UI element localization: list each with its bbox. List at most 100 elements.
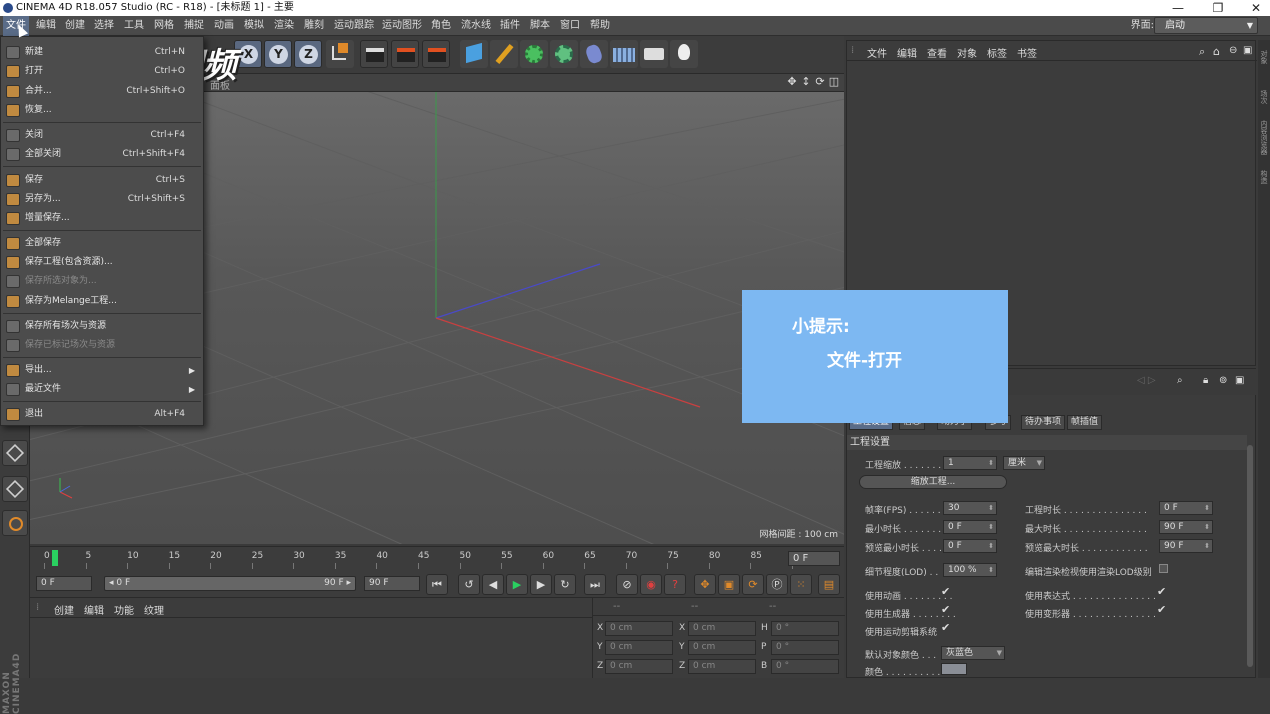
om-menu-view[interactable]: 查看: [927, 45, 947, 60]
stepper-icon[interactable]: ⬍: [988, 521, 994, 533]
min-time-field[interactable]: 0 F ⬍: [943, 520, 997, 534]
material-menu-function[interactable]: 功能: [114, 602, 134, 617]
default-color-select[interactable]: 灰蓝色 ▼: [941, 646, 1005, 660]
use-animation-checkbox[interactable]: ✔: [941, 585, 950, 598]
file-menu-close-all[interactable]: 全部关闭 Ctrl+Shift+F4: [1, 145, 203, 164]
lock-icon[interactable]: 🔒︎: [1203, 375, 1208, 386]
stepper-icon[interactable]: ⬍: [1204, 540, 1210, 552]
minimize-panel-icon[interactable]: ⊖: [1229, 45, 1237, 56]
stepper-icon[interactable]: ⬍: [988, 457, 994, 469]
next-key-icon[interactable]: ↻: [554, 574, 576, 595]
timeline-window-icon[interactable]: ▤: [818, 574, 840, 595]
lod-field[interactable]: 100 % ⬍: [943, 563, 997, 577]
tab-structure[interactable]: 构造: [1259, 170, 1269, 184]
file-menu-save-incremental[interactable]: 增量保存...: [1, 209, 203, 228]
max-time-field[interactable]: 90 F ⬍: [1159, 520, 1213, 534]
tab-objects[interactable]: 对象: [1259, 50, 1269, 64]
key-position-icon[interactable]: ✥: [694, 574, 716, 595]
settings-icon[interactable]: ⊚: [1219, 375, 1227, 386]
render-lod-checkbox[interactable]: [1159, 564, 1168, 573]
menu-create[interactable]: 创建: [65, 16, 85, 36]
tab-key-interpolation[interactable]: 帧插值: [1067, 415, 1103, 430]
rotate-view-icon[interactable]: ⟳: [814, 76, 826, 88]
close-button[interactable]: ✕: [1236, 0, 1270, 16]
coord-size-z-field[interactable]: 0 cm: [688, 659, 756, 674]
menu-sculpt[interactable]: 雕刻: [304, 16, 324, 36]
use-expressions-checkbox[interactable]: ✔: [1157, 585, 1166, 598]
om-menu-edit[interactable]: 编辑: [897, 45, 917, 60]
preview-min-field[interactable]: 0 F ⬍: [943, 539, 997, 553]
coord-size-x-field[interactable]: 0 cm: [688, 621, 756, 636]
menu-character[interactable]: 角色: [431, 16, 451, 36]
stepper-icon[interactable]: ⬍: [1204, 521, 1210, 533]
back-arrow-icon[interactable]: ◁ ▷: [1137, 375, 1156, 386]
zoom-view-icon[interactable]: ↕: [800, 76, 812, 88]
file-menu-revert[interactable]: 恢复...: [1, 101, 203, 120]
file-menu-save-melange[interactable]: 保存为Melange工程...: [1, 292, 203, 311]
coord-rot-p-field[interactable]: 0 °: [771, 640, 839, 655]
tool-workplane[interactable]: [2, 440, 28, 466]
maximize-panel-icon[interactable]: ▣: [1243, 45, 1252, 56]
timeline-ruler[interactable]: 051015202530354045505560657075808590: [40, 547, 803, 571]
maximize-view-icon[interactable]: ◫: [828, 76, 840, 88]
next-frame-icon[interactable]: ▶: [530, 574, 552, 595]
file-menu-merge[interactable]: 合并... Ctrl+Shift+O: [1, 82, 203, 101]
end-frame-field[interactable]: 90 F: [364, 576, 420, 591]
preview-max-field[interactable]: 90 F ⬍: [1159, 539, 1213, 553]
preview-range-slider[interactable]: ◂ 0 F 90 F ▸: [104, 576, 356, 591]
spline-pen-button[interactable]: [490, 40, 518, 68]
project-scale-field[interactable]: 1 ⬍: [943, 456, 997, 470]
menu-simulate[interactable]: 模拟: [244, 16, 264, 36]
play-icon[interactable]: ▶: [506, 574, 528, 595]
menu-animate[interactable]: 动画: [214, 16, 234, 36]
menu-motion-tracking[interactable]: 运动跟踪: [334, 16, 374, 36]
coord-pos-y-field[interactable]: 0 cm: [605, 640, 673, 655]
material-menu-edit[interactable]: 编辑: [84, 602, 104, 617]
tab-content-browser[interactable]: 内容浏览器: [1259, 120, 1269, 155]
home-icon[interactable]: ⌂: [1213, 45, 1220, 58]
new-panel-icon[interactable]: ▣: [1235, 375, 1244, 386]
floor-object-button[interactable]: [610, 40, 638, 68]
file-menu-save-project-assets[interactable]: 保存工程(包含资源)...: [1, 253, 203, 272]
move-view-icon[interactable]: ✥: [786, 76, 798, 88]
file-menu-save[interactable]: 保存 Ctrl+S: [1, 171, 203, 190]
use-motion-system-checkbox[interactable]: ✔: [941, 621, 950, 634]
fps-field[interactable]: 30 ⬍: [943, 501, 997, 515]
om-menu-objects[interactable]: 对象: [957, 45, 977, 60]
cube-object-button[interactable]: [460, 40, 488, 68]
stepper-icon[interactable]: ⬍: [988, 540, 994, 552]
coordinate-system-button[interactable]: [326, 40, 354, 68]
tool-locked-workplane[interactable]: [2, 510, 28, 536]
attribute-scrollbar[interactable]: [1247, 445, 1253, 667]
menu-help[interactable]: 帮助: [590, 16, 610, 36]
camera-object-button[interactable]: [640, 40, 668, 68]
menu-snap[interactable]: 捕捉: [184, 16, 204, 36]
file-menu-save-as[interactable]: 另存为... Ctrl+Shift+S: [1, 190, 203, 209]
current-frame-field[interactable]: 0 F: [788, 551, 840, 566]
deformer-button[interactable]: [580, 40, 608, 68]
layout-select[interactable]: 启动 ▼: [1154, 17, 1258, 34]
tool-snap-grid[interactable]: [2, 476, 28, 502]
timeline-playhead[interactable]: [52, 550, 58, 566]
file-menu-new[interactable]: 新建 Ctrl+N: [1, 43, 203, 62]
y-axis-toggle[interactable]: Y: [264, 40, 292, 68]
file-menu-close[interactable]: 关闭 Ctrl+F4: [1, 126, 203, 145]
coord-pos-z-field[interactable]: 0 cm: [605, 659, 673, 674]
coord-rot-b-field[interactable]: 0 °: [771, 659, 839, 674]
menu-script[interactable]: 脚本: [530, 16, 550, 36]
stepper-icon[interactable]: ⬍: [1204, 502, 1210, 514]
start-frame-field[interactable]: 0 F: [36, 576, 92, 591]
tab-takes[interactable]: 场次: [1259, 90, 1269, 104]
render-settings-button[interactable]: [422, 40, 450, 68]
om-menu-tags[interactable]: 标签: [987, 45, 1007, 60]
menu-pipeline[interactable]: 流水线: [461, 16, 491, 36]
z-axis-toggle[interactable]: Z: [294, 40, 322, 68]
file-menu-recent-files[interactable]: 最近文件 ▶: [1, 380, 203, 399]
use-deformers-checkbox[interactable]: ✔: [1157, 603, 1166, 616]
file-menu-save-all[interactable]: 全部保存: [1, 234, 203, 253]
restore-button[interactable]: ❐: [1198, 0, 1238, 16]
color-swatch[interactable]: [941, 663, 967, 675]
menu-render[interactable]: 渲染: [274, 16, 294, 36]
menu-edit[interactable]: 编辑: [36, 16, 56, 36]
menu-plugins[interactable]: 插件: [500, 16, 520, 36]
